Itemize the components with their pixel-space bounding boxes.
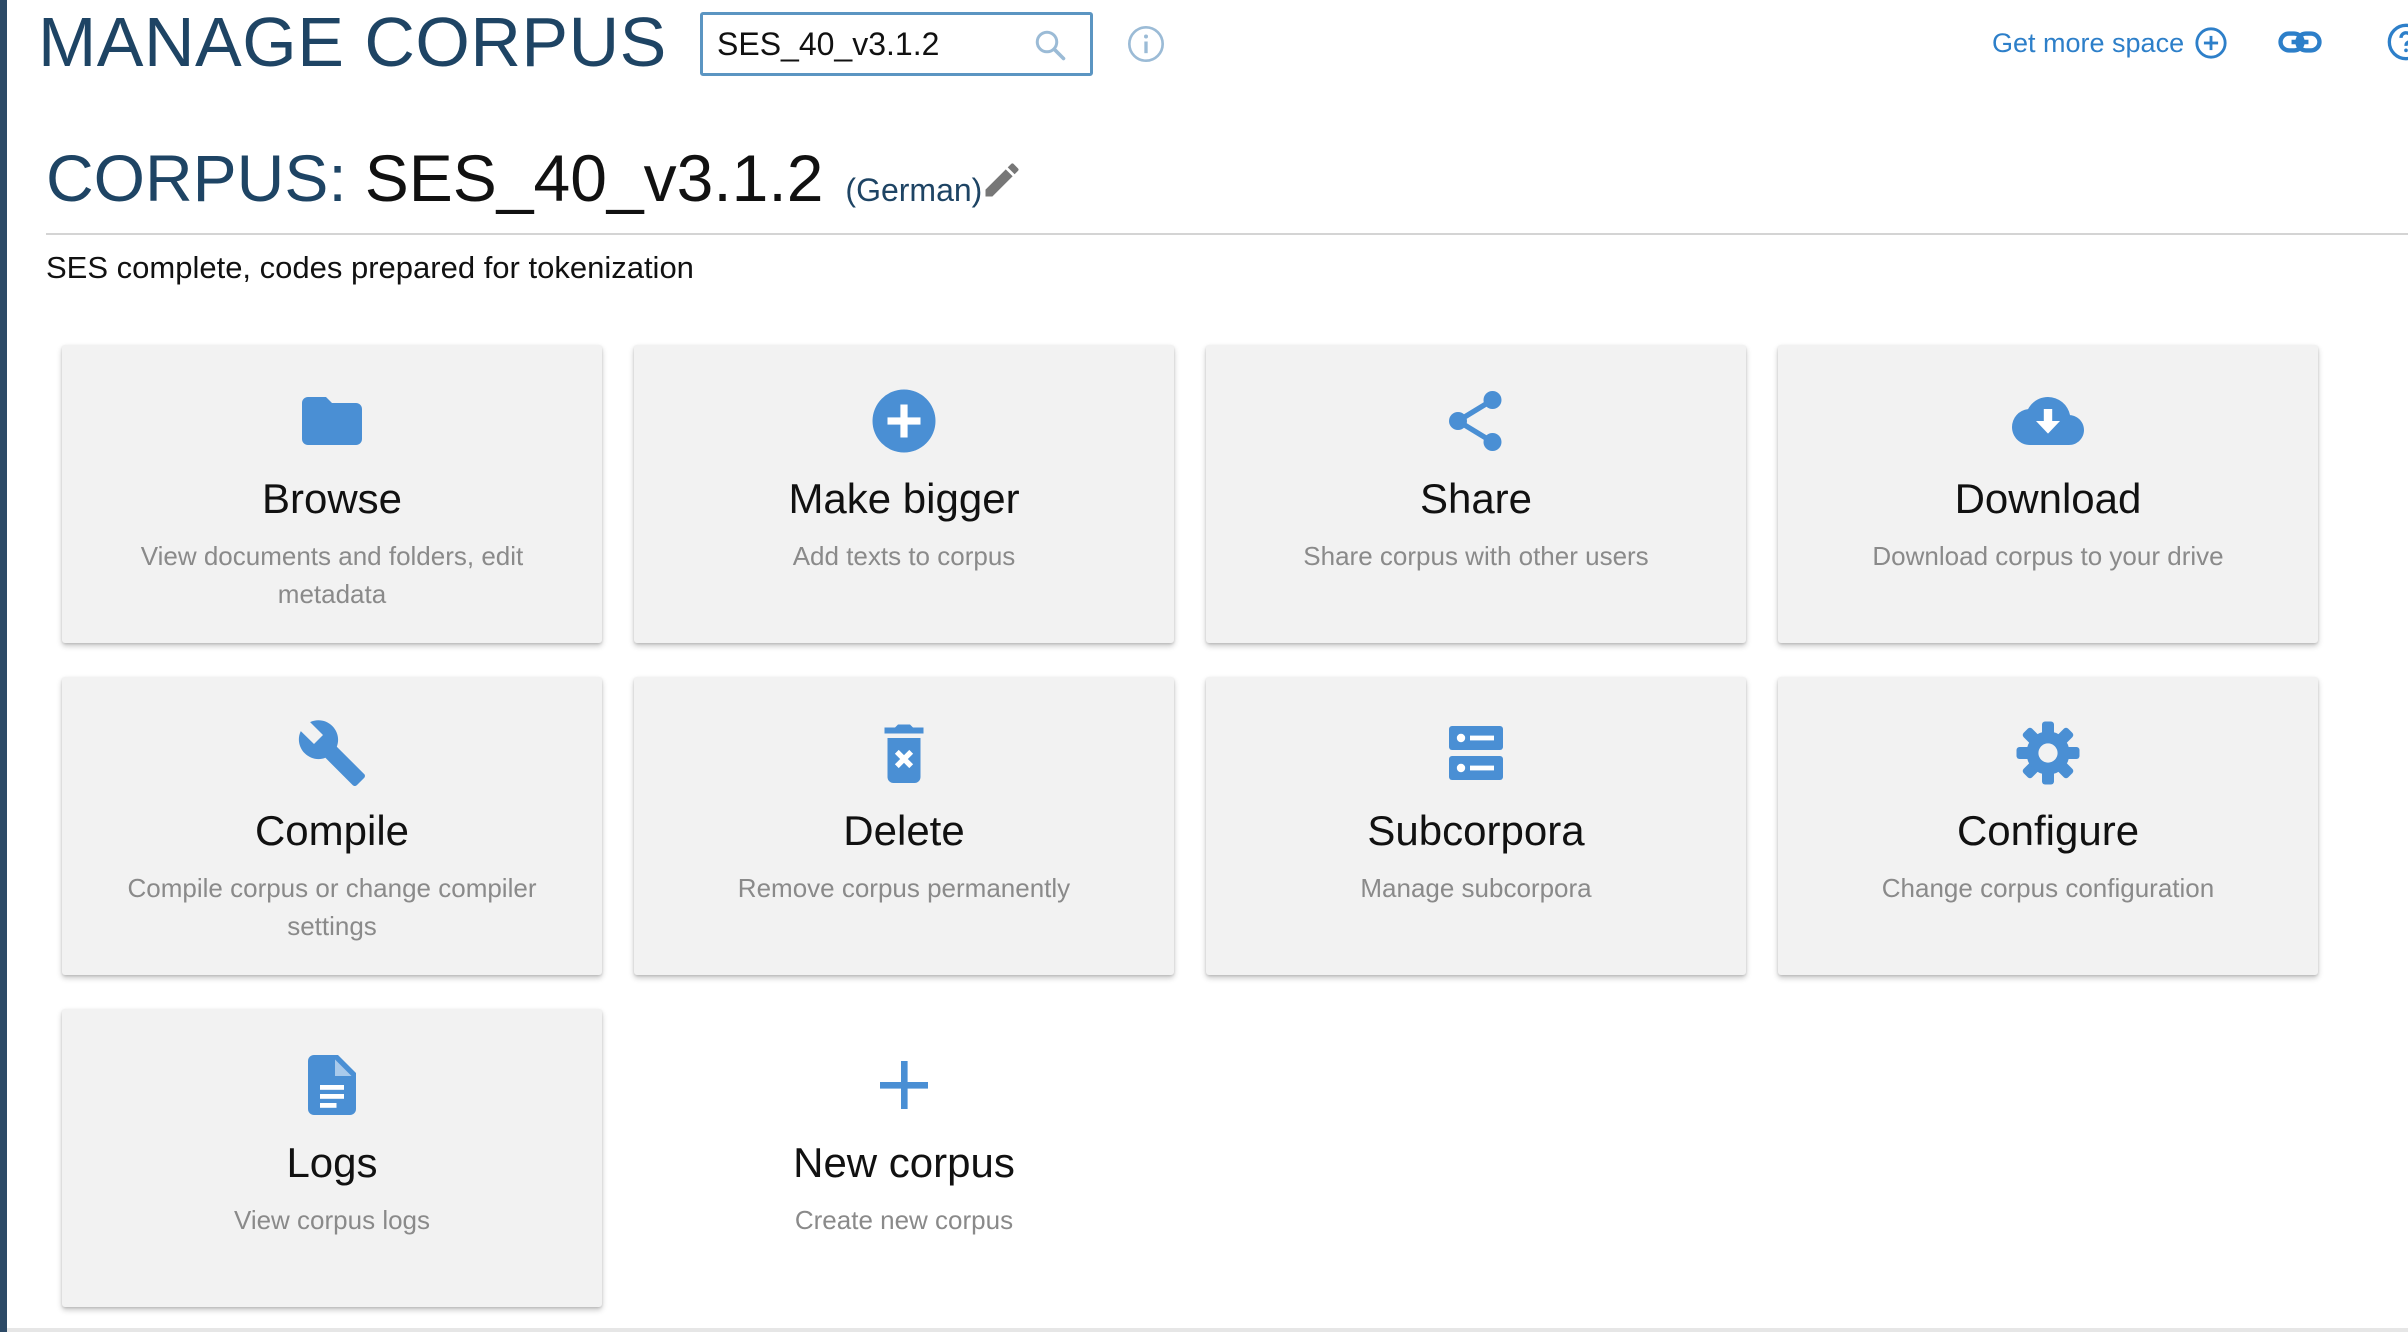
corpus-prefix: CORPUS: — [46, 141, 347, 215]
card-download[interactable]: Download Download corpus to your drive — [1778, 345, 2318, 643]
card-title: New corpus — [793, 1139, 1015, 1186]
card-logs[interactable]: Logs View corpus logs — [62, 1009, 602, 1307]
help-icon[interactable] — [2386, 22, 2408, 62]
card-title: Browse — [261, 475, 403, 522]
card-share[interactable]: Share Share corpus with other users — [1206, 345, 1746, 643]
card-description: Remove corpus permanently — [737, 873, 1071, 903]
card-browse[interactable]: Browse View documents and folders, edit … — [62, 345, 602, 643]
card-title: Subcorpora — [1367, 807, 1585, 854]
corpus-header: CORPUS: SES_40_v3.1.2 (German) — [46, 140, 982, 222]
get-more-space-label: Get more space — [1992, 27, 2185, 58]
document-icon — [308, 1055, 356, 1115]
card-description: Download corpus to your drive — [1872, 541, 2224, 571]
card-make-bigger[interactable]: Make bigger Add texts to corpus — [634, 345, 1174, 643]
card-title: Compile — [254, 807, 410, 854]
plus-circle-icon — [2195, 27, 2227, 59]
card-description: Change corpus configuration — [1881, 873, 2215, 903]
storage-icon — [1449, 726, 1503, 780]
card-title: Make bigger — [788, 475, 1020, 522]
info-icon[interactable] — [1126, 24, 1166, 64]
card-title: Logs — [286, 1139, 378, 1186]
left-accent-bar — [0, 0, 7, 1332]
card-title: Delete — [843, 807, 965, 854]
get-more-space-link[interactable]: Get more space — [1992, 22, 2228, 64]
card-subcorpora[interactable]: Subcorpora Manage subcorpora — [1206, 677, 1746, 975]
search-input[interactable] — [717, 15, 1017, 73]
card-title: Download — [1954, 475, 2142, 522]
card-title: Configure — [1956, 807, 2140, 854]
corpus-language: (German) — [845, 172, 983, 208]
gear-icon — [2016, 721, 2080, 785]
corpus-name: SES_40_v3.1.2 — [364, 141, 824, 215]
corpus-description: SES complete, codes prepared for tokeniz… — [46, 250, 694, 285]
edit-pencil-icon[interactable] — [980, 158, 1024, 202]
card-description: Create new corpus — [794, 1205, 1014, 1235]
card-description: View corpus logs — [233, 1205, 431, 1235]
card-description: Share corpus with other users — [1303, 541, 1649, 571]
plus-icon — [880, 1061, 928, 1109]
card-new-corpus[interactable]: New corpus Create new corpus — [634, 1009, 1174, 1307]
card-description: Add texts to corpus — [792, 541, 1016, 571]
card-delete[interactable]: Delete Remove corpus permanently — [634, 677, 1174, 975]
share-icon — [1449, 391, 1502, 451]
app-title: MANAGE CORPUS — [38, 3, 667, 81]
search-icon[interactable] — [1032, 27, 1068, 63]
card-configure[interactable]: Configure Change corpus configuration — [1778, 677, 2318, 975]
plus-circle-icon — [872, 389, 936, 453]
header-divider — [46, 233, 2408, 235]
card-title: Share — [1419, 475, 1533, 522]
card-description: Compile corpus or change compiler settin… — [127, 873, 537, 941]
folder-icon — [302, 397, 362, 445]
card-description: Manage subcorpora — [1360, 873, 1592, 903]
card-compile[interactable]: Compile Compile corpus or change compile… — [62, 677, 602, 975]
trash-icon — [884, 724, 924, 783]
card-description: View documents and folders, edit metadat… — [140, 541, 524, 609]
cloud-download-icon — [2012, 397, 2084, 445]
bottom-strip — [7, 1328, 2408, 1332]
wrench-icon — [298, 720, 365, 786]
link-icon[interactable] — [2278, 24, 2322, 60]
search-box[interactable] — [700, 12, 1093, 76]
